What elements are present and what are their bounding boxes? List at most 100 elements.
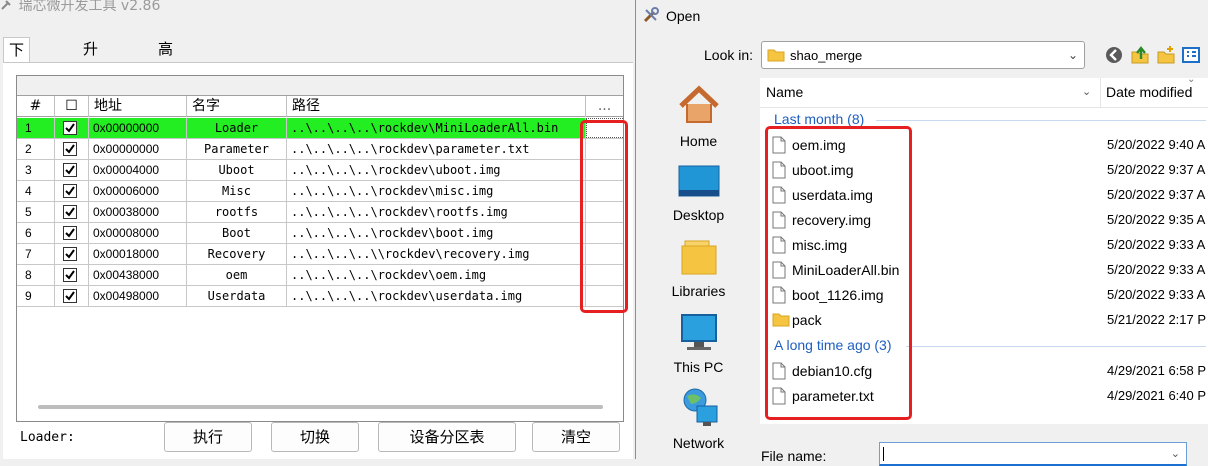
place-libraries[interactable]: Libraries xyxy=(651,238,746,299)
horizontal-scrollbar[interactable] xyxy=(38,405,603,409)
row-checkbox-cell[interactable] xyxy=(55,286,89,306)
checkmark-icon xyxy=(65,144,75,154)
row-address: 0x00038000 xyxy=(89,202,187,222)
rk-dev-tool-window: 瑞芯微开发工具 v2.86 下载镜像 升级固件 高级功能 # ☐ 地址 名字 路… xyxy=(0,0,640,459)
col-check-all[interactable]: ☐ xyxy=(55,96,89,117)
place-home[interactable]: Home xyxy=(651,84,746,149)
checkbox[interactable] xyxy=(63,268,77,282)
row-number: 1 xyxy=(17,118,55,138)
chevron-down-icon[interactable]: ⌄ xyxy=(1171,447,1180,460)
tab-upgrade-firmware[interactable]: 升级固件 xyxy=(78,37,103,130)
tab-download-image[interactable]: 下载镜像 xyxy=(3,37,31,131)
checkbox[interactable] xyxy=(63,163,77,177)
network-icon xyxy=(683,388,717,426)
checkbox[interactable] xyxy=(63,226,77,240)
row-checkbox-cell[interactable] xyxy=(55,139,89,159)
table-row[interactable]: 3 0x00004000 Uboot ..\..\..\..\rockdev\uboo… xyxy=(17,160,623,181)
tab-advanced[interactable]: 高级功能 xyxy=(153,37,178,130)
home-icon xyxy=(678,85,719,123)
new-folder-icon[interactable] xyxy=(1156,45,1176,65)
table-row[interactable]: 4 0x00006000 Misc ..\..\..\..\rockdev\misc.… xyxy=(17,181,623,202)
col-address: 地址 xyxy=(89,96,187,117)
row-checkbox-cell[interactable] xyxy=(55,202,89,222)
place-desktop[interactable]: Desktop xyxy=(651,162,746,223)
table-row[interactable]: 2 0x00000000 Parameter ..\..\..\..\rockdev\… xyxy=(17,139,623,160)
row-checkbox-cell[interactable] xyxy=(55,265,89,285)
group-divider xyxy=(876,120,1206,121)
col-extra[interactable]: ... xyxy=(586,96,623,117)
view-menu-icon[interactable] xyxy=(1181,45,1201,65)
row-number: 2 xyxy=(17,139,55,159)
row-address: 0x00004000 xyxy=(89,160,187,180)
table-row[interactable]: 9 0x00498000 Userdata ..\..\..\..\rockdev\u… xyxy=(17,286,623,307)
dialog-title: Open xyxy=(666,8,701,24)
table-row[interactable]: 7 0x00018000 Recovery ..\..\..\..\\rockdev\… xyxy=(17,244,623,265)
table-header: # ☐ 地址 名字 路径 ... xyxy=(17,96,623,117)
partition-table-button[interactable]: 设备分区表 xyxy=(378,422,516,452)
col-date-header[interactable]: Date modified xyxy=(1106,84,1192,100)
checkmark-icon xyxy=(65,207,75,217)
row-checkbox-cell[interactable] xyxy=(55,160,89,180)
file-date: 5/20/2022 9:33 A xyxy=(1107,237,1206,252)
group-header[interactable]: Last month (8) xyxy=(774,111,864,127)
place-network[interactable]: Network xyxy=(651,386,746,451)
computer-icon xyxy=(680,314,717,350)
row-address: 0x00000000 xyxy=(89,118,187,138)
file-name-input[interactable]: ⌄ xyxy=(879,442,1187,466)
checkmark-icon xyxy=(65,249,75,259)
col-path: 路径 xyxy=(287,96,586,117)
row-checkbox-cell[interactable] xyxy=(55,181,89,201)
place-this-pc-label: This PC xyxy=(673,359,724,375)
places-bar: Home Desktop Libraries This PC Network xyxy=(651,78,756,459)
open-dialog: Open Look in: shao_merge ⌄ Home Desktop … xyxy=(635,0,1208,466)
checkmark-icon xyxy=(65,165,75,175)
place-this-pc[interactable]: This PC xyxy=(651,312,746,375)
col-num: # xyxy=(17,96,55,117)
file-list-header: Name ⌄ ⌄ Date modified xyxy=(760,74,1208,108)
back-icon[interactable] xyxy=(1104,45,1124,65)
row-address: 0x00000000 xyxy=(89,139,187,159)
file-date: 4/29/2021 6:58 P xyxy=(1107,363,1207,378)
look-in-label: Look in: xyxy=(704,47,754,63)
checkbox[interactable] xyxy=(63,121,77,135)
file-date: 5/20/2022 9:40 A xyxy=(1107,137,1206,152)
clear-button[interactable]: 清空 xyxy=(532,422,620,452)
file-date: 4/29/2021 6:40 P xyxy=(1107,388,1207,403)
place-network-label: Network xyxy=(672,435,725,451)
switch-button[interactable]: 切换 xyxy=(271,422,359,452)
col-name-header[interactable]: Name xyxy=(766,84,803,100)
run-button[interactable]: 执行 xyxy=(164,422,252,452)
row-checkbox-cell[interactable] xyxy=(55,118,89,138)
row-name: Recovery xyxy=(187,244,287,264)
column-separator[interactable] xyxy=(1100,78,1101,108)
checkbox[interactable] xyxy=(63,289,77,303)
group-divider xyxy=(906,346,1206,347)
up-folder-icon[interactable] xyxy=(1130,45,1150,65)
place-home-label: Home xyxy=(679,133,718,149)
row-address: 0x00006000 xyxy=(89,181,187,201)
table-row[interactable]: 1 0x00000000 Loader ..\..\..\..\rockdev\Min… xyxy=(17,118,623,139)
checkbox[interactable] xyxy=(63,184,77,198)
file-date: 5/20/2022 9:37 A xyxy=(1107,187,1206,202)
row-path: ..\..\..\..\rockdev\misc.img xyxy=(287,181,586,201)
folder-icon xyxy=(767,49,785,62)
checkbox[interactable] xyxy=(63,142,77,156)
look-in-combobox[interactable]: shao_merge ⌄ xyxy=(761,41,1085,69)
table-row[interactable]: 6 0x00008000 Boot ..\..\..\..\rockdev\boot.… xyxy=(17,223,623,244)
row-name: Misc xyxy=(187,181,287,201)
row-name: rootfs xyxy=(187,202,287,222)
row-number: 8 xyxy=(17,265,55,285)
checkbox[interactable] xyxy=(63,205,77,219)
row-address: 0x00008000 xyxy=(89,223,187,243)
row-number: 4 xyxy=(17,181,55,201)
table-row[interactable]: 5 0x00038000 rootfs ..\..\..\..\rockdev\roo… xyxy=(17,202,623,223)
checkmark-icon xyxy=(65,123,75,133)
chevron-down-icon[interactable]: ⌄ xyxy=(1082,85,1091,98)
file-date: 5/20/2022 9:35 A xyxy=(1107,212,1206,227)
row-checkbox-cell[interactable] xyxy=(55,223,89,243)
row-checkbox-cell[interactable] xyxy=(55,244,89,264)
table-row[interactable]: 8 0x00438000 oem ..\..\..\..\rockdev\oem.im… xyxy=(17,265,623,286)
file-name-label: File name: xyxy=(761,448,827,464)
highlight-box-extra-column xyxy=(580,120,628,313)
checkbox[interactable] xyxy=(63,247,77,261)
